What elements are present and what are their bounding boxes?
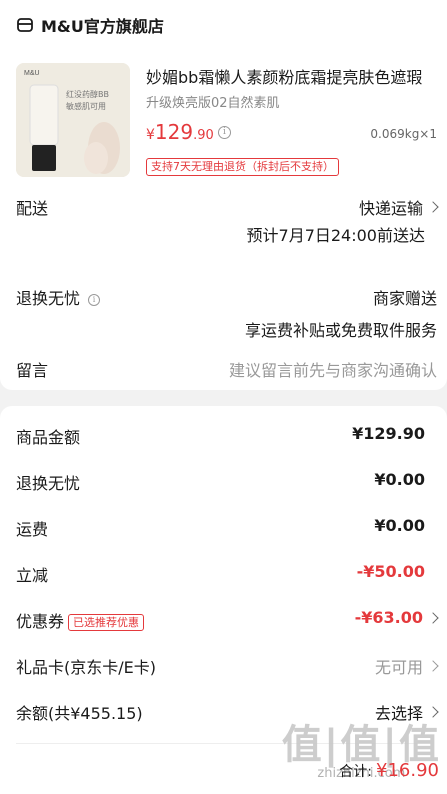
return-fee-amount: ¥0.00 xyxy=(374,470,425,489)
store-icon xyxy=(17,18,33,32)
thumb-text-2: 敏感肌可用 xyxy=(66,101,106,111)
return-fee-label: 退换无忧 xyxy=(16,474,81,493)
giftcard-label: 礼品卡(京东卡/E卡) xyxy=(16,658,156,677)
price-decimal: .90 xyxy=(193,128,214,143)
total-label: 合计: xyxy=(339,764,373,780)
return-worry-label: 退换无忧 i xyxy=(16,285,101,309)
thumb-brand: M&U xyxy=(24,70,40,77)
weight-quantity: 0.069kg×1 xyxy=(370,127,437,141)
chevron-right-icon xyxy=(427,201,439,213)
goods-amount-label: 商品金额 xyxy=(16,428,81,447)
delivery-eta: 预计7月7日24:00前送达 xyxy=(246,226,425,245)
product-title[interactable]: 妙媚bb霜懒人素颜粉底霜提亮肤色遮瑕 xyxy=(146,64,436,88)
goods-amount: ¥129.90 xyxy=(352,424,425,443)
return-worry-desc: 享运费补贴或免费取件服务 xyxy=(244,321,437,340)
chevron-right-icon xyxy=(427,660,439,672)
shipping-label: 运费 xyxy=(16,520,49,539)
coupon-select[interactable]: -¥63.00 xyxy=(354,608,439,627)
giftcard-value: 无可用 xyxy=(374,658,423,677)
discount-label: 立减 xyxy=(16,566,49,585)
giftcard-select[interactable]: 无可用 xyxy=(374,654,439,678)
order-card: M&U官方旗舰店 M&U 红没药醇BB 敏感肌可用 妙媚bb霜懒人素颜粉底霜提亮… xyxy=(0,0,447,390)
store-header[interactable]: M&U官方旗舰店 xyxy=(16,12,164,38)
coupon-label-text: 优惠券 xyxy=(16,612,65,631)
discount-amount: -¥50.00 xyxy=(356,562,425,581)
delivery-method[interactable]: 快递运输 xyxy=(358,195,439,219)
delivery-method-text: 快递运输 xyxy=(358,199,423,218)
return-policy-tag: 支持7天无理由退货（拆封后不支持） xyxy=(146,158,339,176)
total-amount: ¥16.90 xyxy=(376,760,439,781)
info-icon[interactable]: i xyxy=(88,293,101,306)
shipping-amount: ¥0.00 xyxy=(374,516,425,535)
chevron-right-icon xyxy=(427,611,439,624)
delivery-label: 配送 xyxy=(16,199,49,218)
coupon-amount: -¥63.00 xyxy=(354,608,423,627)
coupon-tag: 已选推荐优惠 xyxy=(68,614,145,631)
product-thumbnail[interactable]: M&U 红没药醇BB 敏感肌可用 xyxy=(16,63,130,177)
balance-label: 余额(共¥455.15) xyxy=(16,704,143,723)
thumb-text-1: 红没药醇BB xyxy=(66,89,109,99)
message-input[interactable]: 建议留言前先与商家沟通确认 xyxy=(229,357,437,381)
product-price: ¥ 129 .90 xyxy=(146,120,214,144)
price-integer: 129 xyxy=(154,120,194,144)
price-currency: ¥ xyxy=(146,127,155,143)
coupon-label: 优惠券 已选推荐优惠 xyxy=(16,608,145,632)
return-worry-value: 商家赠送 xyxy=(372,289,437,308)
message-label: 留言 xyxy=(16,361,49,380)
store-name: M&U官方旗舰店 xyxy=(41,17,164,36)
return-worry-label-text: 退换无忧 xyxy=(16,289,81,308)
product-spec: 升级焕亮版02自然素肌 xyxy=(146,96,280,111)
order-total: 合计: ¥16.90 xyxy=(339,760,439,781)
price-info-icon[interactable]: i xyxy=(218,126,231,139)
